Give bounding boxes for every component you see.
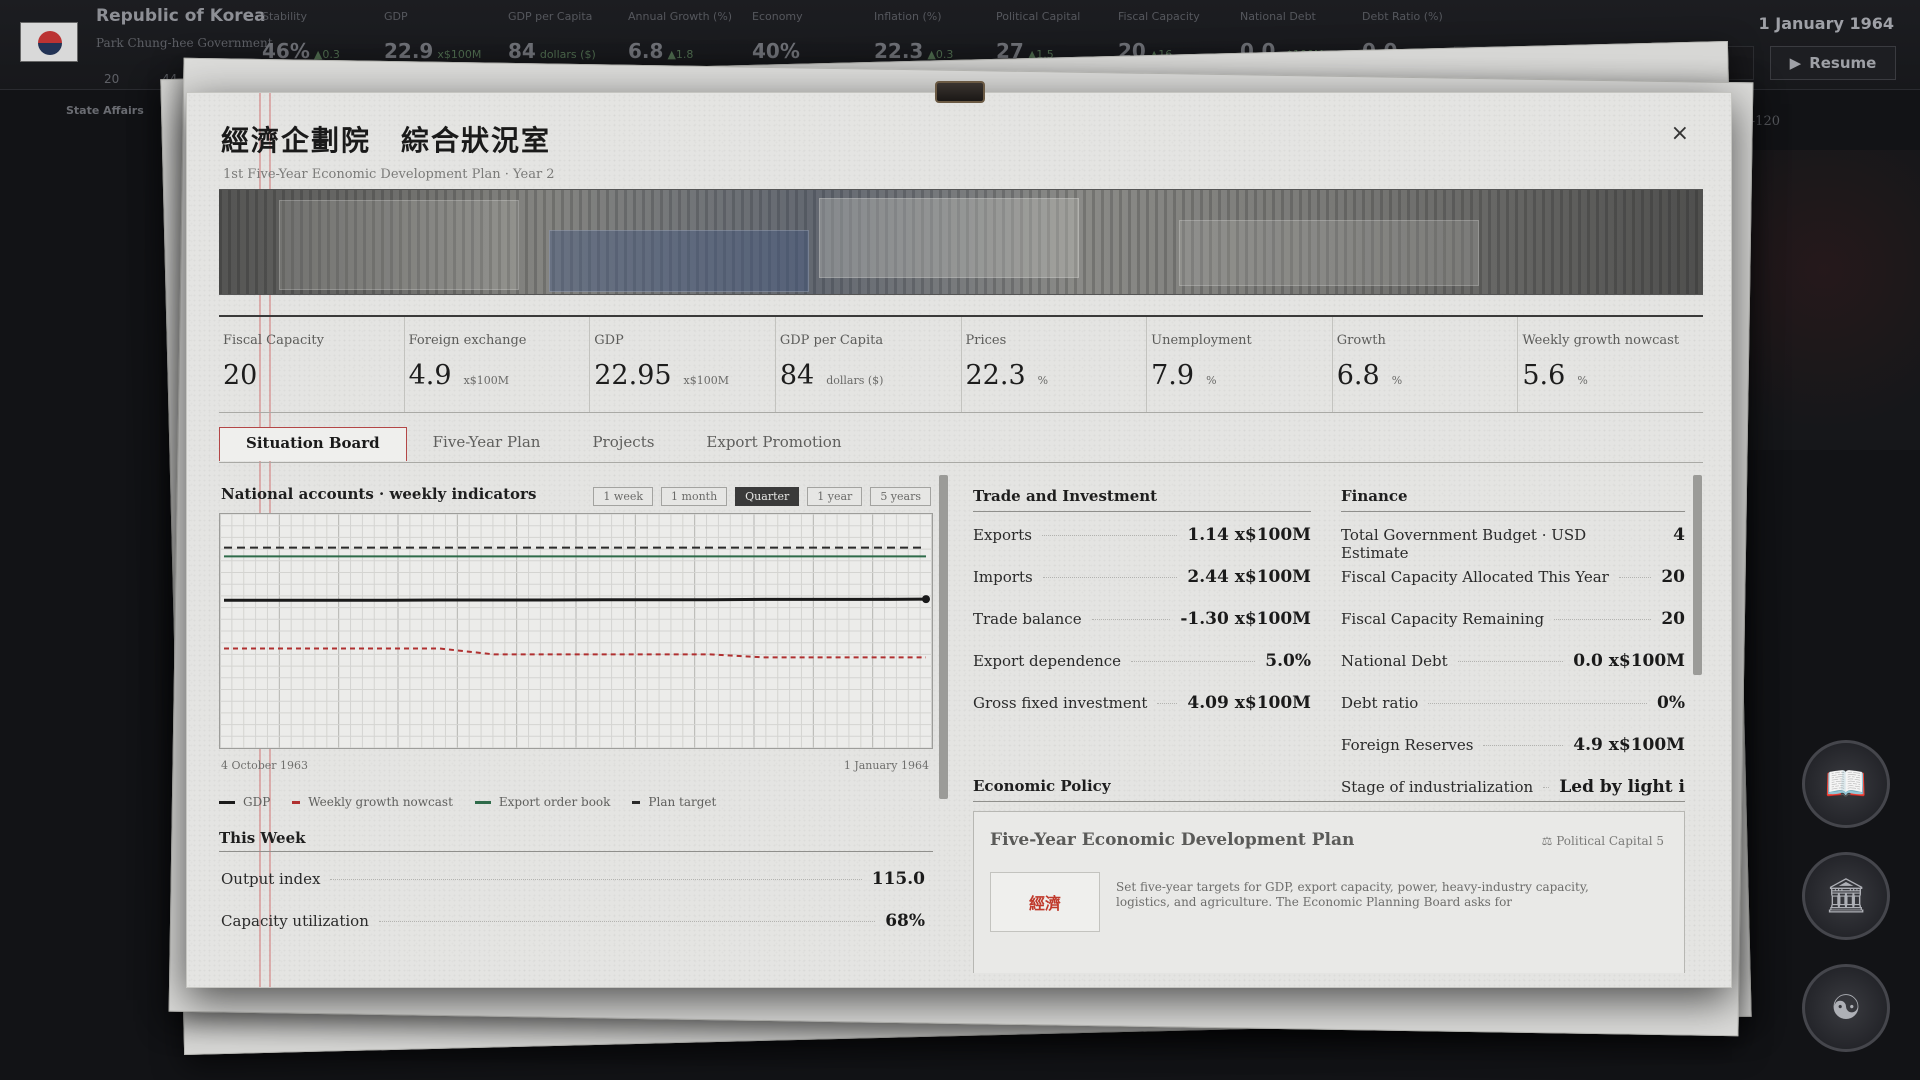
binder-clip-icon: [935, 81, 985, 103]
banner-image: [219, 189, 1703, 295]
chart-legend: GDP Weekly growth nowcast Export order b…: [219, 795, 716, 809]
kpi-foreign-exchange: Foreign exchange 4.9 x$100M: [403, 317, 590, 412]
tab-five-year-plan[interactable]: Five-Year Plan: [407, 427, 567, 462]
tab-bar: Situation Board Five-Year Plan Projects …: [219, 427, 1703, 463]
chart-date-range: 4 October 1963 1 January 1964: [221, 759, 929, 772]
trade-section-title: Trade and Investment: [973, 487, 1311, 512]
hud-stat-gdp[interactable]: GDP 22.9 x$100M: [384, 10, 481, 63]
legend-weekly-growth-nowcast: Weekly growth nowcast: [292, 795, 453, 809]
this-week-list: Output index 115.0 Capacity utilization 68…: [221, 869, 925, 953]
book-icon[interactable]: 📖: [1802, 740, 1890, 828]
list-item: Export dependence 5.0%: [973, 651, 1311, 671]
kpi-gdp: GDP 22.95 x$100M: [589, 317, 775, 412]
tab-export-promotion[interactable]: Export Promotion: [680, 427, 867, 462]
list-item: Total Government Budget · USD Estimate 4: [1341, 525, 1685, 562]
tab-projects[interactable]: Projects: [566, 427, 680, 462]
kpi-fiscal-capacity: Fiscal Capacity 20: [223, 333, 324, 391]
list-item: Gross fixed investment 4.09 x$100M: [973, 693, 1311, 713]
legend-export-order-book: Export order book: [474, 795, 610, 809]
panel-title: 經濟企劃院 綜合狀況室: [221, 124, 552, 157]
policy-card-title: Five-Year Economic Development Plan: [990, 830, 1355, 850]
range-5-years[interactable]: 5 years: [870, 487, 931, 506]
kpi-prices: Prices 22.3%: [960, 317, 1147, 412]
list-item: National Debt 0.0 x$100M: [1341, 651, 1685, 671]
right-scrollbar[interactable]: [1693, 475, 1702, 675]
country-name: Republic of Korea: [96, 6, 266, 26]
left-scrollbar[interactable]: [939, 475, 948, 799]
policy-description: Set five-year targets for GDP, export ca…: [1116, 880, 1589, 909]
series-line-gdp: [224, 597, 927, 602]
range-1-month[interactable]: 1 month: [661, 487, 728, 506]
five-year-plan-policy-card[interactable]: Five-Year Economic Development Plan ⚖ Po…: [973, 811, 1685, 973]
kpi-growth: Growth 6.8%: [1331, 317, 1518, 412]
left-panel: National accounts · weekly indicators 1 …: [219, 477, 935, 973]
gdp-latest-point: [922, 595, 930, 604]
list-item: Exports 1.14 x$100M: [973, 525, 1311, 545]
korea-flag-icon: [20, 22, 78, 62]
this-week-title: This Week: [219, 829, 933, 852]
chart-end-date: 1 January 1964: [843, 759, 929, 772]
list-item: Imports 2.44 x$100M: [973, 567, 1311, 587]
finance-list: Total Government Budget · USD Estimate 4 …: [1341, 525, 1685, 819]
play-icon: ▶: [1789, 54, 1802, 72]
list-item: Output index 115.0: [221, 869, 925, 889]
state-affairs-link[interactable]: State Affairs: [66, 104, 144, 117]
resume-button[interactable]: ▶ Resume: [1770, 46, 1896, 80]
kpi-unemployment: Unemployment 7.9%: [1146, 317, 1332, 412]
list-item: Capacity utilization 68%: [221, 911, 925, 931]
political-capital-icon: ⚖: [1541, 834, 1557, 848]
trade-list: Exports 1.14 x$100M Imports 2.44 x$100M Tr…: [973, 525, 1311, 735]
list-item: Fiscal Capacity Allocated This Year 20: [1341, 567, 1685, 587]
series-line-weekly-growth-nowcast: [224, 647, 926, 659]
kpi-weekly-growth-nowcast: Weekly growth nowcast 5.6%: [1517, 317, 1703, 412]
hud-stat-inflation[interactable]: Inflation (%) 22.3 ▲0.3: [874, 10, 953, 63]
range-1-year[interactable]: 1 year: [807, 487, 863, 506]
close-icon[interactable]: ×: [1671, 121, 1689, 146]
taegeuk-icon[interactable]: ☯: [1802, 964, 1890, 1052]
policy-cost: ⚖ Political Capital 5: [1541, 834, 1664, 848]
hud-stat-economy[interactable]: Economy 40%: [752, 10, 804, 63]
indicator-chart: [219, 513, 933, 749]
range-1-week[interactable]: 1 week: [593, 487, 654, 506]
chart-section-title: National accounts · weekly indicators: [221, 485, 537, 503]
indicator-chart-svg: [219, 513, 933, 749]
government-name: Park Chung-hee Government: [96, 36, 273, 50]
kpi-strip: Fiscal Capacity 20 Foreign exchange 4.9 x$1…: [219, 315, 1703, 413]
hud-stat-stability[interactable]: Stability 46% ▲0.3: [262, 10, 340, 63]
right-panel: Trade and Investment Exports 1.14 x$100M …: [973, 477, 1693, 973]
hud-stat-annual-growth[interactable]: Annual Growth (%) 6.8 ▲1.8: [628, 10, 732, 63]
list-item: Debt ratio 0%: [1341, 693, 1685, 713]
list-item: Fiscal Capacity Remaining 20: [1341, 609, 1685, 629]
economic-policy-title: Economic Policy: [973, 777, 1685, 802]
range-quarter[interactable]: Quarter: [735, 487, 800, 506]
hud-stat-political-capital[interactable]: Political Capital 27 ▲1.5: [996, 10, 1080, 63]
tab-situation-board[interactable]: Situation Board: [219, 427, 407, 461]
economic-planning-board-panel: 經濟企劃院 綜合狀況室 1st Five-Year Economic Devel…: [186, 81, 1732, 988]
list-item: Foreign Reserves 4.9 x$100M: [1341, 735, 1685, 755]
legend-plan-target: Plan target: [632, 795, 716, 809]
kpi-gdp-per-capita: GDP per Capita 84 dollars ($): [774, 317, 961, 412]
hud-counter-a: 20: [104, 72, 120, 86]
list-item: Trade balance -1.30 x$100M: [973, 609, 1311, 629]
government-building-icon[interactable]: 🏛: [1802, 852, 1890, 940]
chart-start-date: 4 October 1963: [221, 759, 309, 772]
finance-section-title: Finance: [1341, 487, 1685, 512]
range-selector: 1 week 1 month Quarter 1 year 5 years: [593, 487, 931, 506]
game-date: 1 January 1964: [1758, 14, 1894, 33]
hud-stat-gdp-per-capita[interactable]: GDP per Capita 84 dollars ($): [508, 10, 596, 63]
legend-gdp: GDP: [219, 795, 270, 809]
policy-seal-stamp: 經濟: [990, 872, 1100, 932]
panel-subtitle: 1st Five-Year Economic Development Plan …: [223, 167, 555, 182]
